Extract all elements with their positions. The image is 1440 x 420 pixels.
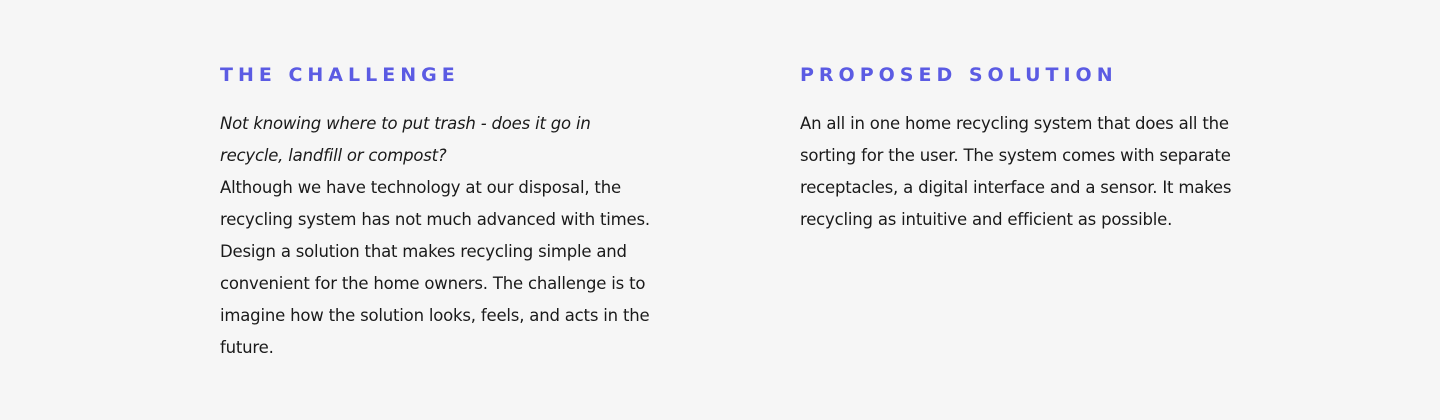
solution-heading: PROPOSED SOLUTION — [800, 64, 1118, 86]
challenge-description: Although we have technology at our dispo… — [220, 178, 650, 357]
challenge-lead-question: Not knowing where to put trash - does it… — [220, 114, 591, 165]
challenge-section: THE CHALLENGE Not knowing where to put t… — [220, 62, 650, 364]
challenge-heading: THE CHALLENGE — [220, 64, 460, 86]
solution-description: An all in one home recycling system that… — [800, 114, 1232, 229]
solution-section: PROPOSED SOLUTION An all in one home rec… — [800, 62, 1240, 236]
